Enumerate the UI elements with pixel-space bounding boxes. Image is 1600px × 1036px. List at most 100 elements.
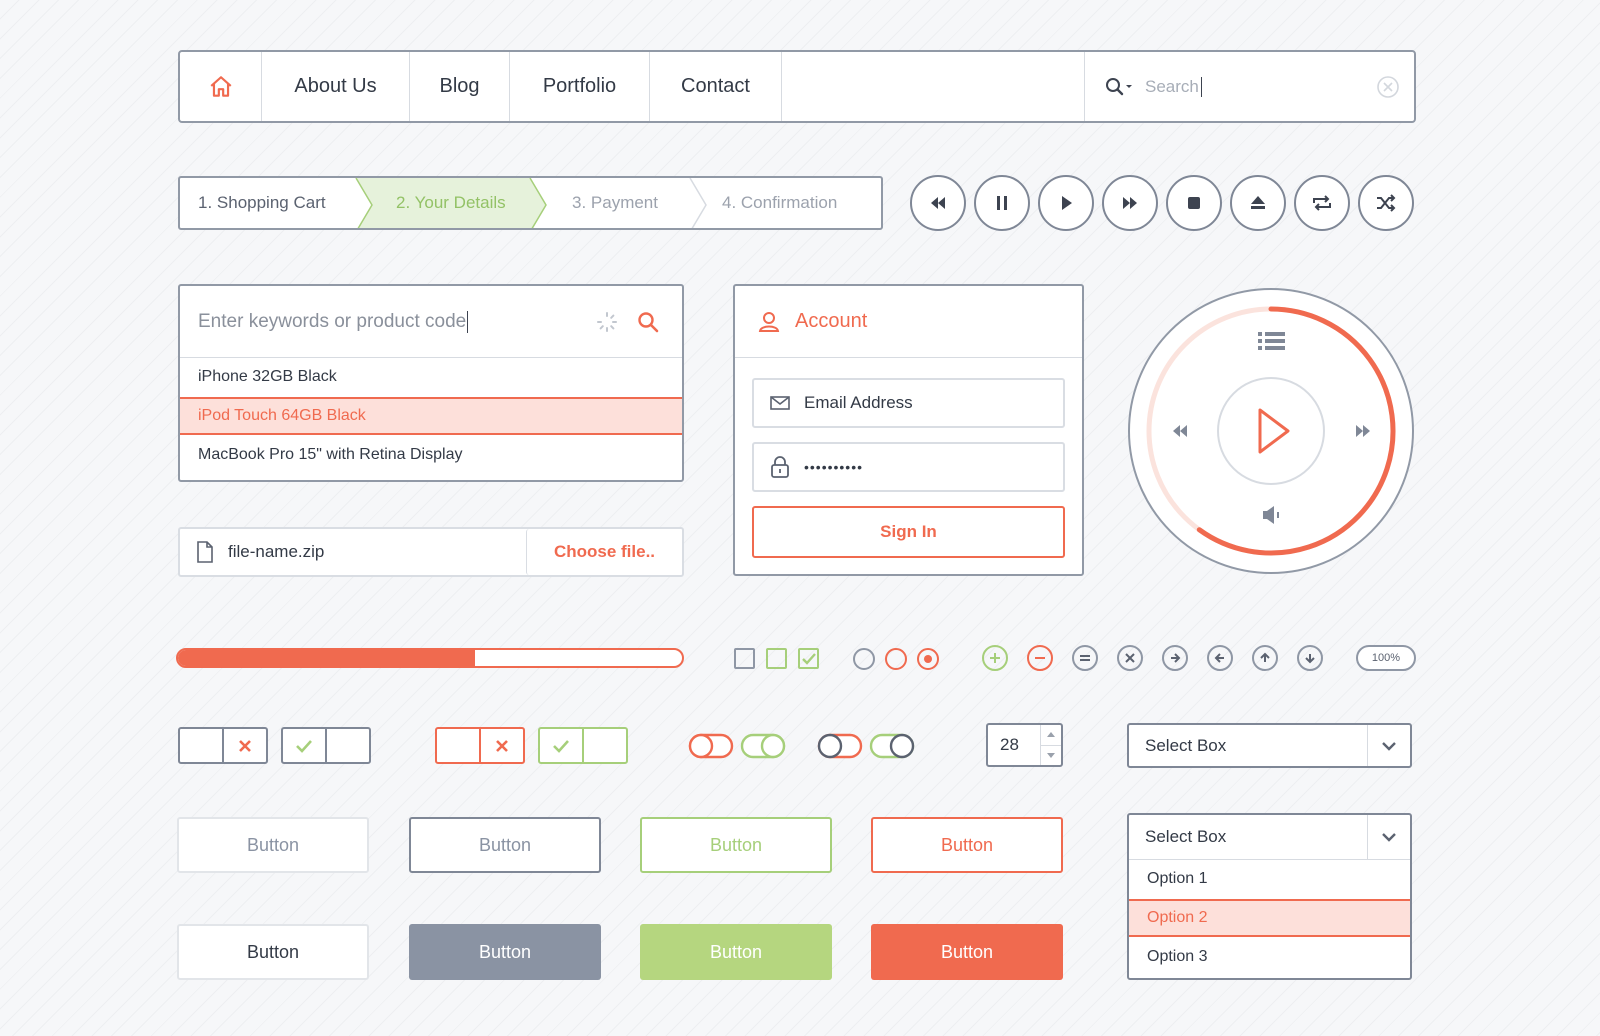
eject-icon xyxy=(1251,196,1265,209)
stepper-up[interactable] xyxy=(1041,725,1061,746)
select-box-open: Select Box Option 1 Option 2 Option 3 xyxy=(1127,813,1412,980)
fast-forward-button[interactable] xyxy=(1102,175,1158,231)
select-box-header[interactable]: Select Box xyxy=(1129,815,1410,860)
shuffle-icon xyxy=(1377,194,1396,212)
toggle-off[interactable] xyxy=(178,727,268,764)
pause-icon xyxy=(997,196,1007,210)
clear-icon[interactable] xyxy=(1376,75,1400,99)
button-red-outline[interactable]: Button xyxy=(871,817,1063,873)
arrow-up-button[interactable] xyxy=(1252,645,1278,671)
equal-button[interactable] xyxy=(1072,645,1098,671)
search-result-item[interactable]: iPhone 32GB Black xyxy=(180,358,682,396)
arrow-up-icon xyxy=(1260,652,1270,662)
select-option[interactable]: Option 1 xyxy=(1129,860,1410,898)
sign-in-button[interactable]: Sign In xyxy=(752,506,1065,558)
stop-button[interactable] xyxy=(1166,175,1222,231)
file-icon xyxy=(197,541,213,563)
select-option-selected[interactable]: Option 2 xyxy=(1129,899,1410,937)
pill-toggle-on[interactable] xyxy=(740,733,786,759)
nav-search-field[interactable]: Search xyxy=(1084,52,1414,121)
arrow-left-button[interactable] xyxy=(1207,645,1233,671)
button-green[interactable]: Button xyxy=(640,924,832,980)
radio-selected[interactable] xyxy=(917,648,939,670)
search-result-item[interactable]: MacBook Pro 15" with Retina Display xyxy=(180,436,682,474)
x-icon xyxy=(496,739,508,752)
shuffle-button[interactable] xyxy=(1358,175,1414,231)
select-option[interactable]: Option 3 xyxy=(1129,938,1410,976)
minus-icon xyxy=(1035,657,1045,659)
file-name: file-name.zip xyxy=(228,542,325,561)
arrow-right-icon xyxy=(1171,653,1181,663)
file-upload: file-name.zip Choose file.. xyxy=(178,527,684,577)
progress-bar[interactable] xyxy=(176,648,684,668)
email-field[interactable]: Email Address xyxy=(752,378,1065,428)
checkout-steps: 1. Shopping Cart 2. Your Details 3. Paym… xyxy=(178,176,883,230)
step-confirmation[interactable]: 4. Confirmation xyxy=(722,178,837,228)
pause-button[interactable] xyxy=(974,175,1030,231)
circular-player xyxy=(1128,288,1414,574)
product-search-input[interactable]: Enter keywords or product code xyxy=(180,286,682,358)
nav-search-input[interactable]: Search xyxy=(1145,76,1202,97)
check-icon xyxy=(553,739,569,753)
quantity-stepper[interactable]: 28 xyxy=(986,723,1063,767)
nav-item-blog[interactable]: Blog xyxy=(410,52,510,121)
stop-icon xyxy=(1188,197,1200,209)
pill-toggles-colored xyxy=(688,733,786,759)
arrow-right-button[interactable] xyxy=(1162,645,1188,671)
chevron-down-icon xyxy=(1382,741,1396,751)
choose-file-button[interactable]: Choose file.. xyxy=(526,529,682,575)
play-button[interactable] xyxy=(1038,175,1094,231)
pill-toggle-on[interactable] xyxy=(869,733,915,759)
toggle-on-green[interactable] xyxy=(538,727,628,764)
close-button[interactable] xyxy=(1117,645,1143,671)
zoom-badge[interactable]: 100% xyxy=(1356,645,1416,671)
eject-button[interactable] xyxy=(1230,175,1286,231)
toggle-on[interactable] xyxy=(281,727,371,764)
nav-item-about[interactable]: About Us xyxy=(262,52,410,121)
pill-toggle-off[interactable] xyxy=(688,733,734,759)
radio-focused[interactable] xyxy=(885,648,907,670)
repeat-icon xyxy=(1313,195,1331,211)
nav-item-contact[interactable]: Contact xyxy=(650,52,782,121)
step-payment[interactable]: 3. Payment xyxy=(572,178,658,228)
search-icon[interactable] xyxy=(636,310,660,334)
add-button[interactable] xyxy=(982,645,1008,671)
rewind-icon xyxy=(931,197,945,209)
button-light-outline[interactable]: Button xyxy=(177,817,369,873)
remove-button[interactable] xyxy=(1027,645,1053,671)
step-shopping-cart[interactable]: 1. Shopping Cart xyxy=(198,178,326,228)
button-white[interactable]: Button xyxy=(177,924,369,980)
arrow-down-button[interactable] xyxy=(1297,645,1323,671)
search-result-item-selected[interactable]: iPod Touch 64GB Black xyxy=(180,397,682,435)
button-slate-outline[interactable]: Button xyxy=(409,817,601,873)
mail-icon xyxy=(770,396,790,410)
checkbox-focused[interactable] xyxy=(766,648,787,669)
select-box-closed[interactable]: Select Box xyxy=(1127,723,1412,768)
arrow-down-icon xyxy=(1305,654,1315,664)
stepper-down[interactable] xyxy=(1041,746,1061,766)
radio-unselected[interactable] xyxy=(853,648,875,670)
toggle-off-red[interactable] xyxy=(435,727,525,764)
button-red[interactable]: Button xyxy=(871,924,1063,980)
checkbox-checked[interactable] xyxy=(798,648,819,669)
password-field[interactable]: •••••••••• xyxy=(752,442,1065,492)
product-search-box: Enter keywords or product code iPhone 32… xyxy=(178,284,684,482)
button-slate[interactable]: Button xyxy=(409,924,601,980)
lock-icon xyxy=(771,456,789,478)
spinner-icon xyxy=(597,311,617,332)
pill-toggle-off[interactable] xyxy=(817,733,863,759)
home-icon xyxy=(210,75,231,97)
player-play-ring[interactable] xyxy=(1217,377,1325,485)
x-icon xyxy=(239,739,251,752)
quantity-value[interactable]: 28 xyxy=(988,725,1040,765)
nav-item-portfolio[interactable]: Portfolio xyxy=(510,52,650,121)
step-your-details[interactable]: 2. Your Details xyxy=(396,178,506,228)
check-icon xyxy=(296,739,312,753)
button-green-outline[interactable]: Button xyxy=(640,817,832,873)
repeat-button[interactable] xyxy=(1294,175,1350,231)
nav-home[interactable] xyxy=(180,52,262,121)
account-panel: Account Email Address •••••••••• Sign In xyxy=(733,284,1084,576)
plus-icon xyxy=(990,653,1000,663)
checkbox-unchecked[interactable] xyxy=(734,648,755,669)
rewind-button[interactable] xyxy=(910,175,966,231)
